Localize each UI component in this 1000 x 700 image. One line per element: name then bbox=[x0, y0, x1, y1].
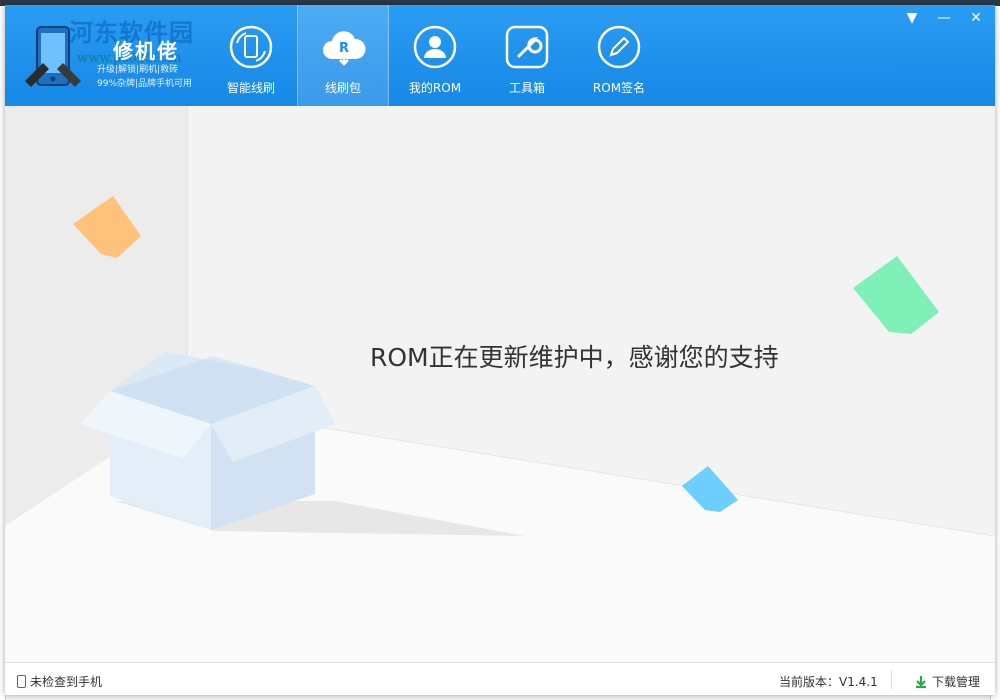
phone-status: 未检查到手机 bbox=[17, 673, 102, 690]
nav-item-flash-package[interactable]: R 线刷包 bbox=[297, 5, 389, 106]
user-icon bbox=[413, 25, 457, 69]
app-tagline-line-2: 99%杂牌|品牌手机可用 bbox=[97, 79, 193, 89]
nav-item-rom-sign[interactable]: ROM签名 bbox=[573, 5, 665, 106]
download-manager-label: 下载管理 bbox=[932, 675, 981, 689]
phone-refresh-icon bbox=[229, 25, 273, 69]
main-nav: 智能线刷 R 线刷包 我的ROM 工具箱 ROM签名 bbox=[205, 5, 665, 106]
phone-status-text: 未检查到手机 bbox=[30, 675, 103, 689]
maintenance-message: ROM正在更新维护中，感谢您的支持 bbox=[370, 343, 779, 372]
download-icon bbox=[916, 675, 926, 688]
cloud-download-icon: R bbox=[323, 31, 366, 66]
nav-label: 线刷包 bbox=[324, 81, 361, 95]
nav-item-toolbox[interactable]: 工具箱 bbox=[481, 5, 573, 106]
empty-state-illustration bbox=[5, 106, 995, 662]
status-bar: 未检查到手机 当前版本：V1.4.1 下载管理 bbox=[5, 662, 995, 695]
nav-label: 智能线刷 bbox=[226, 81, 275, 95]
version-label: 当前版本：V1.4.1 bbox=[779, 675, 878, 689]
app-tagline-line-1: 升级|解锁|刷机|救砖 bbox=[97, 65, 179, 75]
nav-label: 工具箱 bbox=[508, 81, 545, 95]
svg-text:R: R bbox=[339, 41, 349, 56]
window-controls: ▼ — ✕ bbox=[903, 9, 985, 27]
header-bar: 河东软件园 www.pc0359.cn 修机佬 升级|解锁|刷机|救砖 99%杂… bbox=[5, 5, 995, 106]
status-divider bbox=[891, 670, 892, 689]
menu-dropdown-icon[interactable]: ▼ bbox=[903, 9, 921, 27]
close-button[interactable]: ✕ bbox=[967, 9, 985, 27]
app-logo: 河东软件园 www.pc0359.cn 修机佬 升级|解锁|刷机|救砖 99%杂… bbox=[13, 11, 203, 99]
nav-item-my-rom[interactable]: 我的ROM bbox=[389, 5, 481, 106]
nav-label: 我的ROM bbox=[408, 81, 462, 95]
wrench-icon bbox=[505, 25, 549, 69]
minimize-button[interactable]: — bbox=[935, 9, 953, 27]
nav-label: ROM签名 bbox=[592, 81, 646, 95]
app-title: 修机佬 bbox=[113, 39, 179, 63]
app-tagline: 升级|解锁|刷机|救砖 99%杂牌|品牌手机可用 bbox=[97, 63, 192, 91]
pen-icon bbox=[597, 25, 641, 69]
download-manager-button[interactable]: 下载管理 bbox=[914, 673, 980, 690]
phone-icon bbox=[17, 675, 26, 688]
app-window: 河东软件园 www.pc0359.cn 修机佬 升级|解锁|刷机|救砖 99%杂… bbox=[5, 5, 995, 695]
main-content: ROM正在更新维护中，感谢您的支持 bbox=[5, 106, 995, 662]
nav-item-smart-flash[interactable]: 智能线刷 bbox=[205, 5, 297, 106]
